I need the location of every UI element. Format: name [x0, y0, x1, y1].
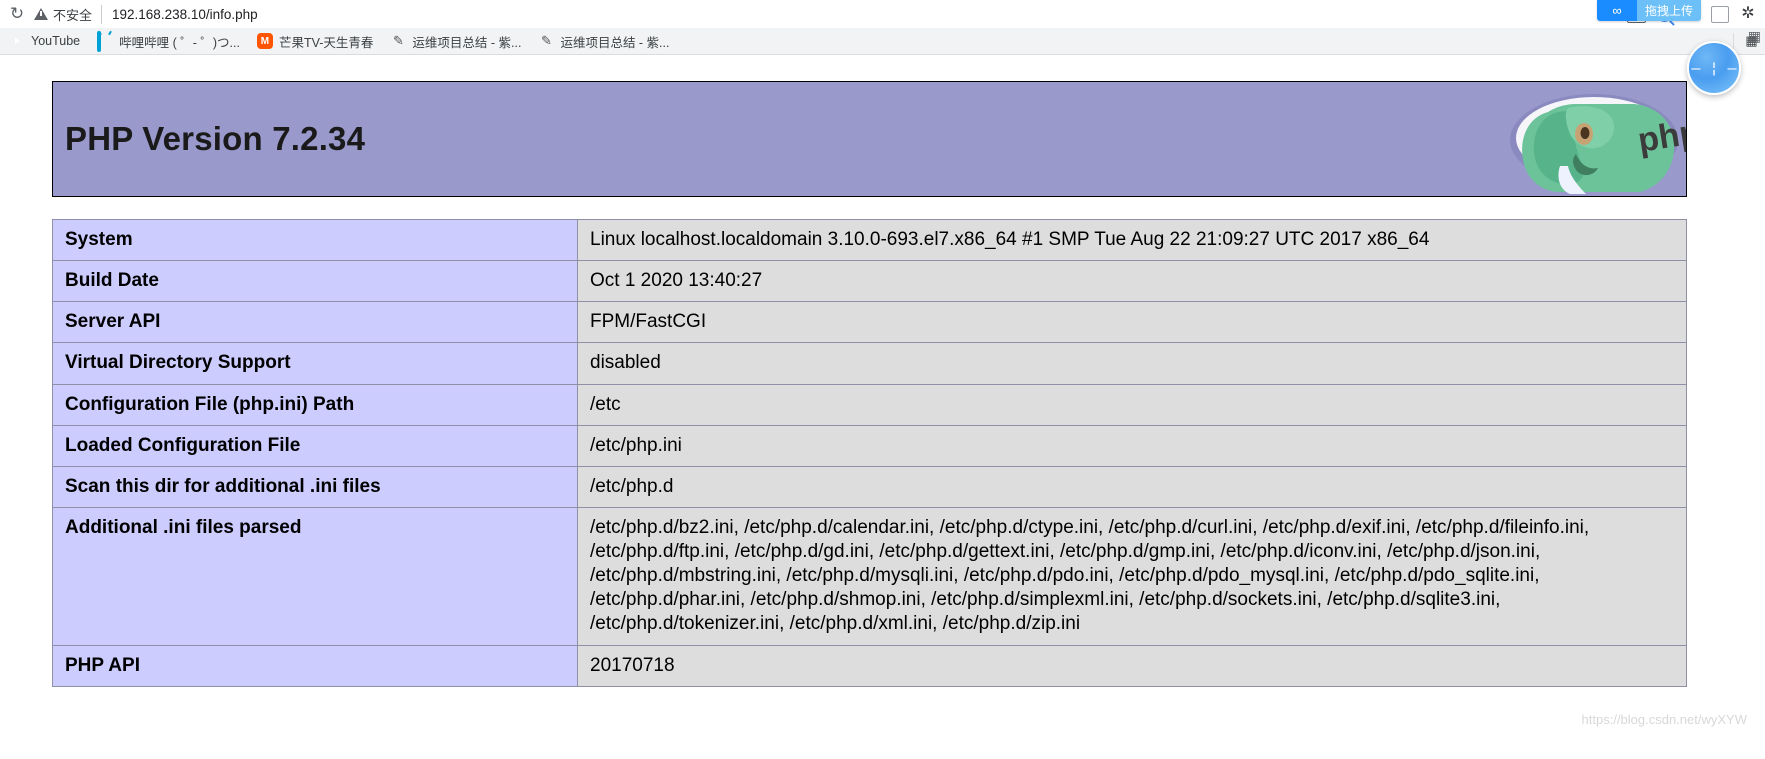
- table-row: Virtual Directory Support disabled: [52, 342, 1687, 385]
- site-security-chip[interactable]: 不安全: [34, 4, 103, 24]
- row-value: /etc/php.d/bz2.ini, /etc/php.d/calendar.…: [577, 506, 1687, 646]
- drag-upload-banner[interactable]: ∞ 拖拽上传: [1596, 0, 1701, 21]
- bookmark-label: YouTube: [31, 34, 81, 48]
- float-button-glyph: — ¦ —: [1691, 58, 1737, 77]
- row-key: Additional .ini files parsed: [52, 506, 578, 646]
- row-value: /etc/php.d: [577, 465, 1687, 508]
- row-value: disabled: [577, 342, 1687, 385]
- row-value: /etc: [577, 383, 1687, 426]
- table-row: Build Date Oct 1 2020 13:40:27: [52, 260, 1687, 303]
- bookmark-youtube[interactable]: YouTube: [9, 30, 80, 52]
- table-row: Additional .ini files parsed /etc/php.d/…: [52, 506, 1687, 646]
- bookmark-label: 芒果TV-天生青春: [278, 35, 374, 50]
- bookmark-csdn-2[interactable]: ✎ 运维项目总结 - 紫...: [538, 30, 669, 52]
- omnibox-row: ↻ 不安全 192.168.238.10/info.php 文A ☆ ✲: [0, 0, 1765, 28]
- phpinfo-table: System Linux localhost.localdomain 3.10.…: [52, 218, 1687, 687]
- infinity-icon: ∞: [1596, 0, 1637, 21]
- bookmark-bilibili[interactable]: 哔哩哔哩 ( ゜- ゜)つ...: [97, 30, 240, 52]
- watermark: https://blog.csdn.net/wyXYW: [1581, 712, 1747, 727]
- warning-triangle-icon: [34, 8, 48, 20]
- mangotv-favicon: M: [256, 33, 273, 49]
- row-key: PHP API: [52, 644, 578, 687]
- row-value: Oct 1 2020 13:40:27: [577, 260, 1687, 303]
- page-title: PHP Version 7.2.34: [65, 120, 366, 157]
- side-panel-icon[interactable]: ▦: [1748, 28, 1761, 45]
- table-row: PHP API 20170718: [52, 644, 1687, 687]
- row-key: Loaded Configuration File: [52, 424, 578, 467]
- row-value: FPM/FastCGI: [577, 301, 1687, 344]
- page-viewport: PHP Version 7.2.34 php System Linux loca…: [0, 55, 1765, 759]
- row-key: Configuration File (php.ini) Path: [52, 383, 578, 426]
- table-row: Loaded Configuration File /etc/php.ini: [52, 424, 1687, 467]
- address-bar-url[interactable]: 192.168.238.10/info.php: [112, 7, 258, 22]
- bookmarks-bar: YouTube 哔哩哔哩 ( ゜- ゜)つ... M 芒果TV-天生青春 ✎ 运…: [0, 28, 1765, 55]
- row-value: 20170718: [577, 644, 1687, 687]
- floating-action-button[interactable]: — ¦ —: [1687, 41, 1741, 95]
- row-value: Linux localhost.localdomain 3.10.0-693.e…: [577, 218, 1687, 262]
- bookmark-label: 哔哩哔哩 ( ゜- ゜)つ...: [119, 35, 240, 50]
- extensions-puzzle-icon[interactable]: ✲: [1735, 2, 1761, 26]
- bilibili-favicon: [97, 31, 113, 52]
- bookmark-mangotv[interactable]: M 芒果TV-天生青春: [256, 30, 374, 52]
- table-row: Server API FPM/FastCGI: [52, 301, 1687, 344]
- table-row: Configuration File (php.ini) Path /etc: [52, 383, 1687, 426]
- table-row: Scan this dir for additional .ini files …: [52, 465, 1687, 508]
- phpinfo-header: PHP Version 7.2.34 php: [52, 81, 1687, 197]
- row-value: /etc/php.ini: [577, 424, 1687, 467]
- row-key: Server API: [52, 301, 578, 344]
- browser-chrome: ↻ 不安全 192.168.238.10/info.php 文A ☆ ✲: [0, 0, 1765, 55]
- reload-icon[interactable]: ↻: [6, 3, 28, 25]
- youtube-favicon: [9, 33, 25, 49]
- row-key: Scan this dir for additional .ini files: [52, 465, 578, 508]
- phpinfo-container: PHP Version 7.2.34 php System Linux loca…: [52, 81, 1687, 687]
- toolbar-divider: [1733, 33, 1734, 49]
- security-label: 不安全: [53, 7, 93, 23]
- table-row: System Linux localhost.localdomain 3.10.…: [52, 218, 1687, 262]
- csdn-favicon: ✎: [540, 33, 552, 48]
- row-key: Virtual Directory Support: [52, 342, 578, 385]
- bookmark-label: 运维项目总结 - 紫...: [412, 35, 522, 50]
- row-key: System: [52, 218, 578, 262]
- row-key: Build Date: [52, 260, 578, 303]
- csdn-favicon: ✎: [392, 33, 404, 48]
- drag-upload-label: 拖拽上传: [1636, 0, 1701, 21]
- bookmark-csdn-1[interactable]: ✎ 运维项目总结 - 紫...: [390, 30, 521, 52]
- php-elephant-logo-icon: php: [1490, 82, 1686, 196]
- profile-icon[interactable]: [1707, 2, 1733, 26]
- bookmark-label: 运维项目总结 - 紫...: [560, 35, 670, 50]
